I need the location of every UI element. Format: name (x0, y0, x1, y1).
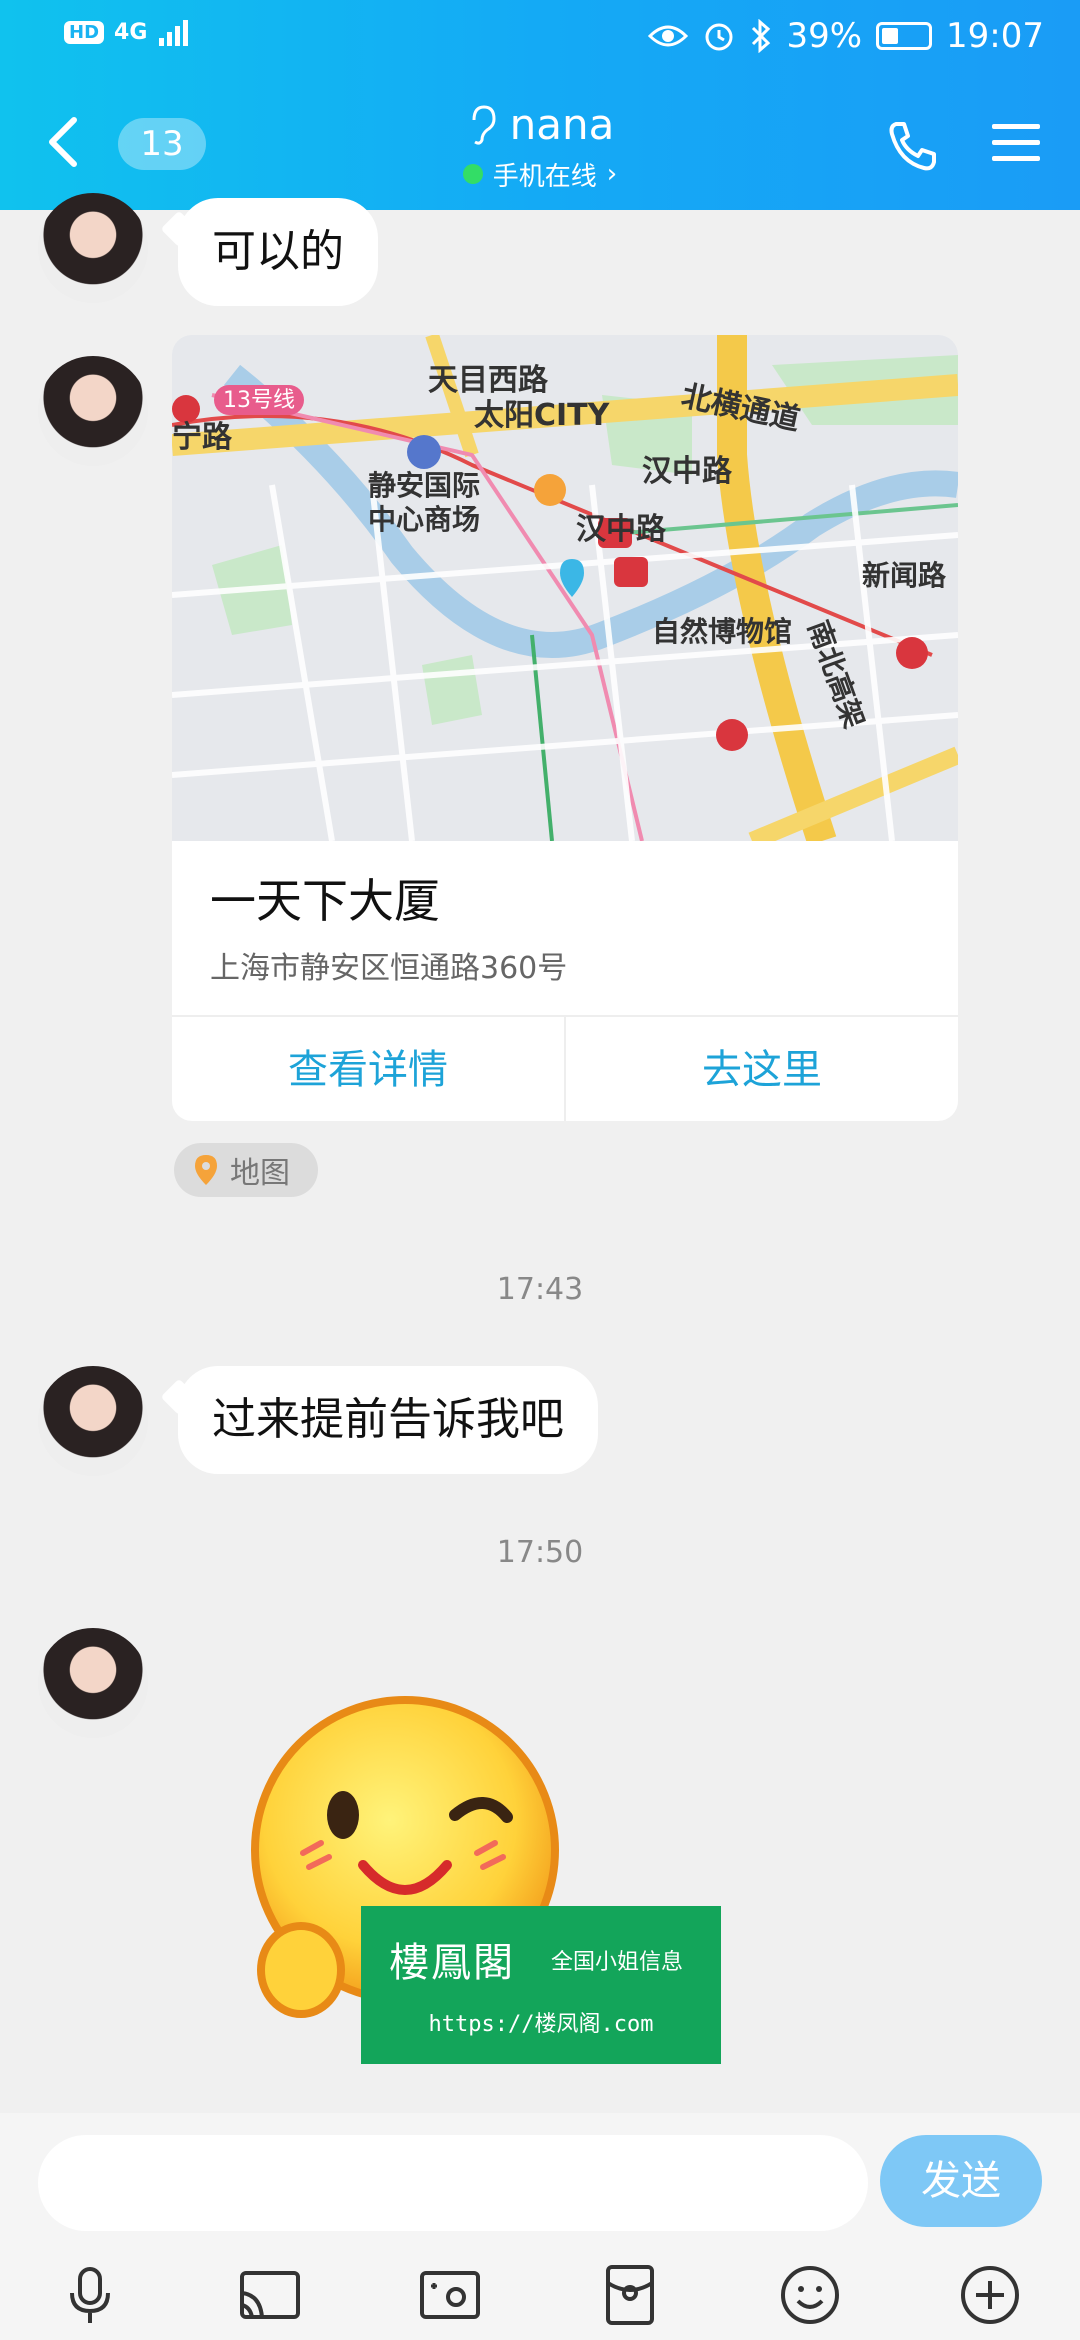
location-title: 一天下大厦 (210, 874, 440, 928)
emoji-icon[interactable] (778, 2263, 842, 2327)
clock: 19:07 (946, 16, 1044, 56)
avatar[interactable] (38, 193, 148, 303)
map-source-tag[interactable]: 地图 (174, 1143, 318, 1197)
nav-bar: 13 nana 手机在线 › (0, 90, 1080, 200)
avatar[interactable] (38, 1628, 148, 1738)
battery-percent: 39% (786, 16, 863, 56)
watermark-url: https://楼凤阁.com (428, 2012, 654, 2037)
map-label-poi: 自然博物馆 (652, 615, 792, 648)
location-actions: 查看详情 去这里 (172, 1015, 958, 1121)
message-bubble[interactable]: 过来提前告诉我吧 (178, 1366, 598, 1474)
bluetooth-icon (752, 19, 771, 53)
location-address: 上海市静安区恒通路360号 (210, 951, 568, 986)
hd-indicator: HD (64, 20, 105, 44)
map-label-road: 天目西路 (428, 363, 549, 398)
map-label-station: 汉中路 (576, 512, 667, 547)
map-label-poi: 中心商场 (368, 503, 480, 536)
eye-icon (648, 25, 689, 47)
contact-name: nana (509, 100, 615, 149)
online-dot (462, 164, 483, 184)
watermark-banner: 樓鳳閣 全国小姐信息 https://楼凤阁.com (361, 1906, 721, 2064)
screen-cast-icon[interactable] (238, 2263, 302, 2327)
map-source-label: 地图 (230, 1156, 290, 1191)
online-status[interactable]: 手机在线 › (462, 156, 618, 193)
chevron-right-icon: › (606, 159, 618, 189)
battery-icon (876, 22, 933, 50)
ear-icon (472, 104, 496, 145)
map-preview[interactable]: 13号线 天目西路 北横通道 宁路 太阳CITY 静安国际 中心商场 汉中路 汉… (172, 335, 958, 841)
avatar[interactable] (38, 1366, 148, 1476)
signal-icon (159, 20, 189, 46)
location-pin-icon (195, 1155, 217, 1185)
network-indicator: 4G (114, 19, 148, 45)
message-input[interactable] (38, 2135, 868, 2231)
plus-icon[interactable] (958, 2263, 1022, 2327)
menu-icon[interactable] (988, 118, 1044, 168)
phone-icon[interactable] (884, 118, 940, 174)
mic-icon[interactable] (58, 2263, 122, 2327)
contact-title[interactable]: nana (466, 100, 615, 149)
timestamp: 17:43 (496, 1272, 584, 1307)
go-here-button[interactable]: 去这里 (564, 1017, 958, 1121)
red-packet-icon[interactable] (598, 2263, 662, 2327)
message-text: 可以的 (212, 226, 344, 277)
watermark-brand: 樓鳳閣 (389, 1940, 515, 1986)
map-label-line13: 13号线 (223, 388, 295, 413)
map-label-poi: 静安国际 (368, 469, 480, 502)
alarm-icon (705, 23, 733, 51)
photo-icon[interactable] (418, 2263, 482, 2327)
chat-header: HD 4G 39% 19:07 13 nana 手机在线 › (0, 0, 1080, 210)
composer-bar: 发送 (0, 2113, 1080, 2340)
map-label-station: 汉中路 (642, 454, 733, 489)
map-label-poi: 太阳CITY (474, 398, 611, 433)
avatar[interactable] (38, 356, 148, 466)
message-text: 过来提前告诉我吧 (212, 1394, 564, 1445)
view-details-button[interactable]: 查看详情 (172, 1017, 564, 1121)
message-bubble[interactable]: 可以的 (178, 198, 378, 306)
send-button[interactable]: 发送 (880, 2135, 1042, 2227)
status-bar: HD 4G 39% 19:07 (0, 0, 1080, 75)
watermark-tagline: 全国小姐信息 (551, 1950, 684, 1975)
timestamp: 17:50 (496, 1535, 584, 1570)
location-card[interactable]: 13号线 天目西路 北横通道 宁路 太阳CITY 静安国际 中心商场 汉中路 汉… (172, 335, 958, 1121)
online-status-text: 手机在线 (492, 161, 597, 192)
map-label-road: 宁路 (172, 420, 233, 455)
map-label-station: 新闻路 (862, 559, 947, 592)
composer-toolbar (0, 2253, 1080, 2333)
